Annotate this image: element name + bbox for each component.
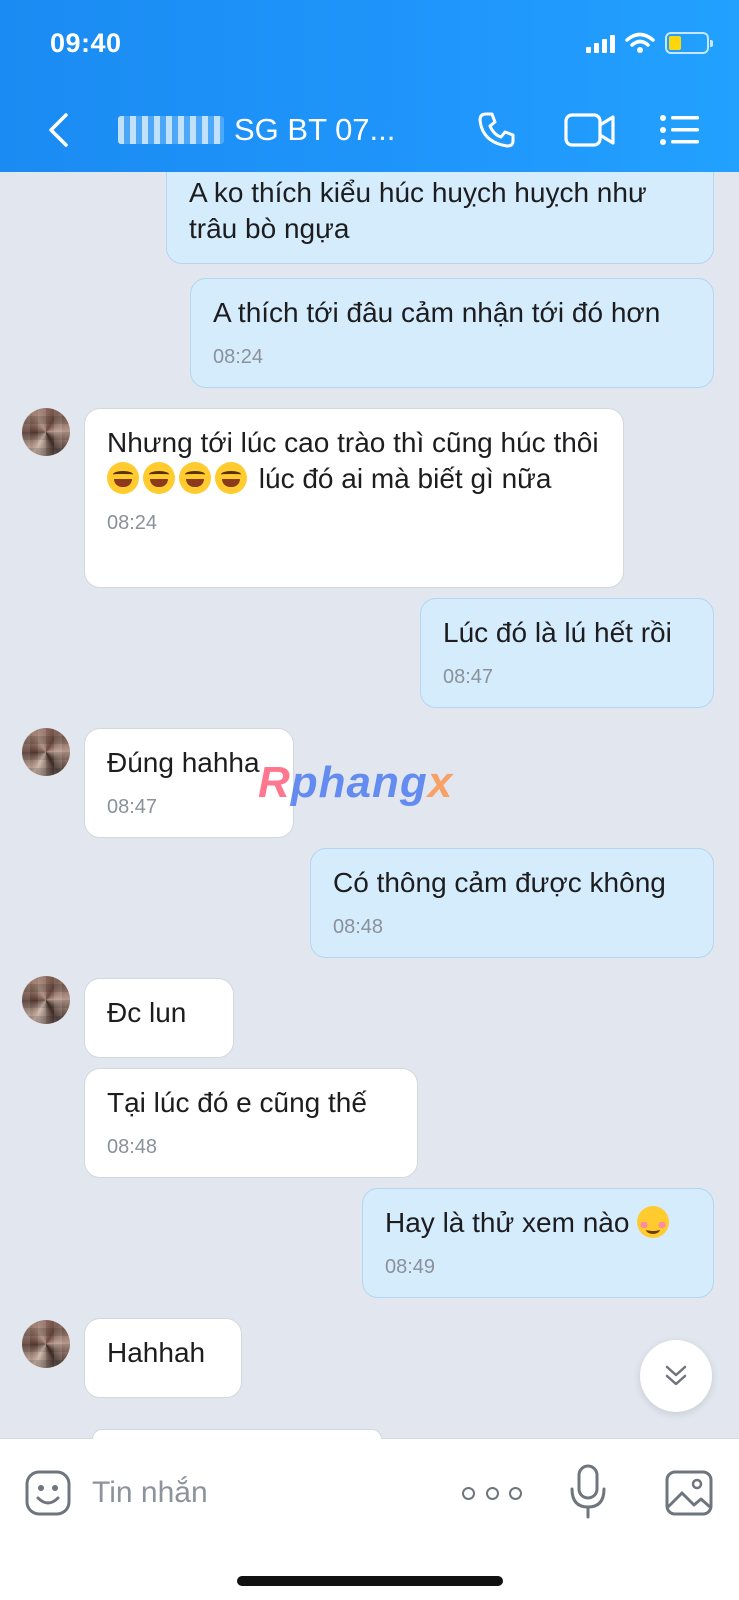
message-bubble-outgoing[interactable]: Hay là thử xem nào 08:49	[362, 1188, 714, 1298]
message-text-continued: lúc đó ai mà biết gì nữa	[258, 463, 552, 494]
chat-title: SG BT 07...	[234, 112, 396, 147]
voice-message-button[interactable]	[568, 1463, 608, 1521]
sticker-button[interactable]	[24, 1469, 72, 1517]
image-icon	[665, 1470, 713, 1516]
message-bubble-incoming[interactable]: Hahhah	[84, 1318, 242, 1398]
avatar[interactable]	[22, 976, 70, 1024]
message-bubble-outgoing[interactable]: Lúc đó là lú hết rồi 08:47	[420, 598, 714, 708]
message-text: Đc lun	[107, 997, 187, 1028]
sticker-icon	[25, 1470, 71, 1516]
back-icon	[49, 113, 68, 147]
message-text: Có thông cảm được không	[333, 867, 666, 898]
message-text: Hahhah	[107, 1337, 206, 1368]
chat-header: 09:40 SG BT 07...	[0, 0, 739, 172]
more-icon	[462, 1486, 475, 1500]
message-text: A ko thích kiểu húc huỵch huỵch như trâu…	[189, 177, 647, 244]
message-bubble-incoming[interactable]: Đc lun	[84, 978, 234, 1058]
home-indicator[interactable]	[237, 1576, 503, 1586]
message-text: A thích tới đâu cảm nhận tới đó hơn	[213, 297, 661, 328]
menu-icon	[660, 115, 699, 145]
scroll-to-bottom-button[interactable]	[640, 1340, 712, 1412]
composer-bar	[0, 1429, 739, 1600]
battery-icon	[665, 32, 713, 54]
message-time: 08:24	[213, 346, 264, 368]
message-time: 08:24	[107, 512, 158, 534]
message-time: 08:49	[385, 1256, 436, 1278]
smiling-blush-emoji-icon	[637, 1206, 670, 1238]
status-icons	[586, 32, 713, 54]
rofl-emoji-icon	[107, 462, 139, 494]
message-bubble-incoming[interactable]: Tại lúc đó e cũng thế 08:48	[84, 1068, 418, 1178]
blurred-name	[118, 116, 224, 144]
rofl-emoji-icon	[143, 462, 175, 494]
call-button[interactable]	[472, 106, 520, 154]
message-bubble-partial	[92, 1429, 382, 1439]
message-bubble-outgoing[interactable]: A thích tới đâu cảm nhận tới đó hơn 08:2…	[190, 278, 714, 388]
message-text: Lúc đó là lú hết rồi	[443, 617, 672, 648]
message-time: 08:48	[333, 916, 384, 938]
microphone-icon	[570, 1464, 606, 1519]
video-call-button[interactable]	[562, 106, 618, 154]
image-picker-button[interactable]	[664, 1469, 714, 1517]
more-button[interactable]	[462, 1473, 522, 1513]
avatar[interactable]	[22, 728, 70, 776]
message-time: 08:47	[107, 796, 158, 818]
rofl-emoji-icon	[215, 462, 247, 494]
message-bubble-outgoing[interactable]: Có thông cảm được không 08:48	[310, 848, 714, 958]
signal-icon	[586, 33, 615, 53]
menu-button[interactable]	[656, 106, 704, 154]
message-text: Tại lúc đó e cũng thế	[107, 1087, 367, 1118]
message-input[interactable]	[92, 1469, 432, 1517]
chevron-double-down-icon	[665, 1365, 687, 1386]
rofl-emoji-icon	[179, 462, 211, 494]
back-button[interactable]	[40, 108, 76, 152]
wifi-icon	[625, 32, 655, 53]
message-text: Hay là thử xem nào	[385, 1207, 630, 1238]
avatar[interactable]	[22, 1320, 70, 1368]
phone-icon	[478, 112, 515, 148]
message-text: Đúng hahha	[107, 747, 260, 778]
message-text: Nhưng tới lúc cao trào thì cũng húc thôi	[107, 427, 599, 458]
message-bubble-incoming[interactable]: Nhưng tới lúc cao trào thì cũng húc thôi…	[84, 408, 624, 588]
message-time: 08:48	[107, 1136, 158, 1158]
chat-title-area[interactable]: SG BT 07...	[118, 108, 395, 152]
message-bubble-outgoing[interactable]: A ko thích kiểu húc huỵch huỵch như trâu…	[166, 172, 714, 264]
avatar[interactable]	[22, 408, 70, 456]
watermark-logo: Rphangx	[258, 758, 454, 807]
message-time: 08:47	[443, 666, 494, 688]
status-time: 09:40	[50, 28, 122, 58]
nav-row: SG BT 07...	[0, 100, 739, 160]
video-icon	[564, 113, 615, 147]
